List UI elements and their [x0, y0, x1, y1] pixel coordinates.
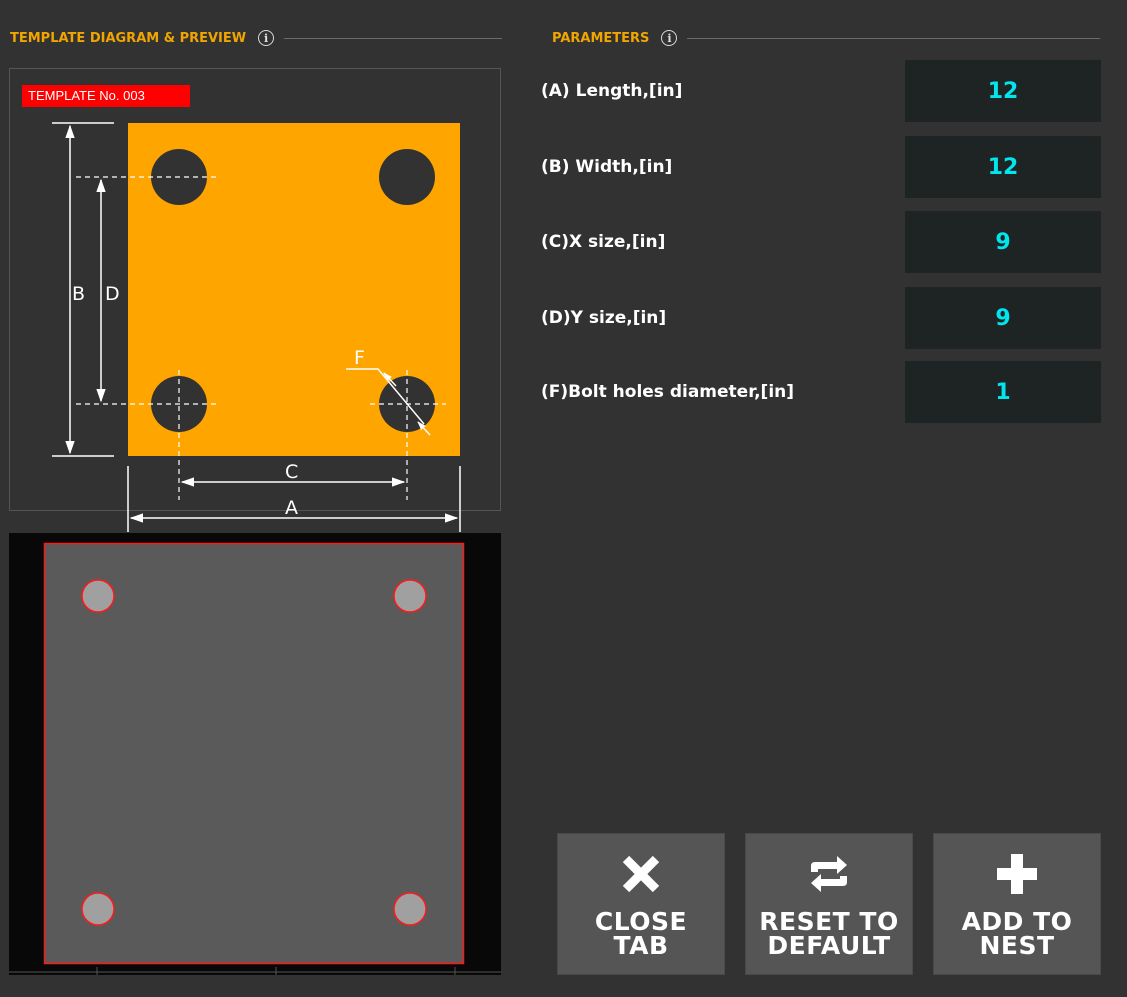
template-preview-panel [9, 533, 501, 975]
add-to-nest-label: ADD TO NEST [961, 907, 1073, 960]
parameters-header-divider [687, 37, 1100, 39]
param-row-length: (A) Length,[in] [541, 60, 1101, 122]
param-label-y-size: (D)Y size,[in] [541, 308, 667, 328]
reset-to-default-button[interactable]: RESET TO DEFAULT [745, 833, 913, 975]
template-diagram-svg: B D C A F [52, 122, 461, 532]
y-size-input[interactable] [905, 287, 1101, 349]
width-input[interactable] [905, 136, 1101, 198]
parameters-info-icon[interactable]: i [661, 30, 678, 46]
dimension-label-c: C [285, 461, 298, 483]
param-row-x-size: (C)X size,[in] [541, 211, 1101, 273]
param-label-bolt-diameter: (F)Bolt holes diameter,[in] [541, 382, 795, 402]
diagram-hole-top-right [379, 149, 435, 205]
template-editor: TEMPLATE DIAGRAM & PREVIEW i PARAMETERS … [0, 0, 1127, 997]
param-label-width: (B) Width,[in] [541, 157, 673, 177]
param-label-x-size: (C)X size,[in] [541, 232, 666, 252]
param-label-length: (A) Length,[in] [541, 81, 683, 101]
param-row-bolt-diameter: (F)Bolt holes diameter,[in] [541, 361, 1101, 423]
preview-hole-top-left [81, 579, 115, 613]
preview-hole-bottom-right [393, 892, 427, 926]
preview-hole-bottom-left [81, 892, 115, 926]
dimension-label-b: B [72, 283, 85, 305]
dimension-label-f: F [354, 347, 365, 369]
dimension-label-d: D [105, 283, 120, 305]
param-row-width: (B) Width,[in] [541, 136, 1101, 198]
length-input[interactable] [905, 60, 1101, 122]
bolt-diameter-input[interactable] [905, 361, 1101, 423]
plus-icon [997, 854, 1037, 894]
close-tab-label: CLOSE TAB [594, 907, 688, 960]
preview-svg [9, 542, 501, 975]
x-size-input[interactable] [905, 211, 1101, 273]
reset-to-default-label: RESET TO DEFAULT [759, 907, 899, 960]
add-to-nest-button[interactable]: ADD TO NEST [933, 833, 1101, 975]
param-row-y-size: (D)Y size,[in] [541, 287, 1101, 349]
preview-hole-top-right [393, 579, 427, 613]
dimension-label-a: A [285, 497, 298, 519]
reset-icon [811, 856, 847, 892]
parameters-section-header: PARAMETERS i [552, 28, 1100, 48]
parameters-section-title: PARAMETERS [552, 30, 650, 46]
close-tab-button[interactable]: CLOSE TAB [557, 833, 725, 975]
close-x-icon [622, 855, 660, 893]
preview-ruler [9, 967, 501, 975]
